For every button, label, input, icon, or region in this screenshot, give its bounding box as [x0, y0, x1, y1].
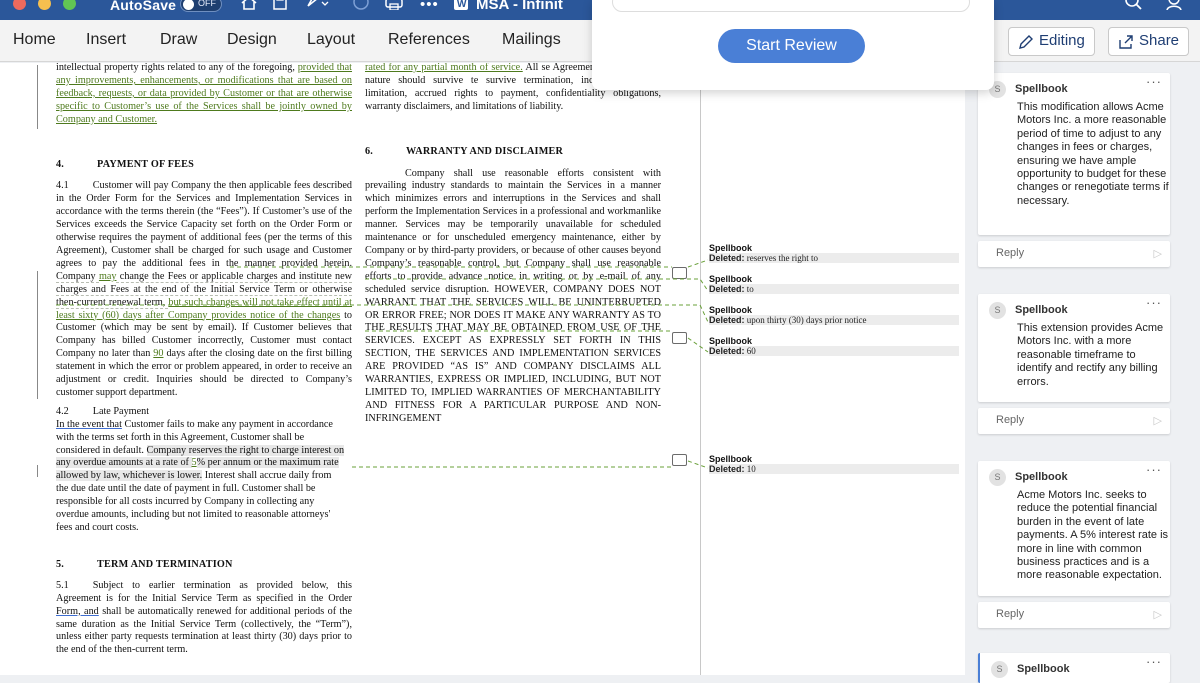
autosave-state: OFF — [198, 0, 216, 8]
left-column: intellectual property rights related to … — [56, 63, 352, 657]
more-options-icon[interactable]: ··· — [1146, 74, 1162, 89]
tab-layout[interactable]: Layout — [307, 31, 355, 49]
inserted-text: may — [98, 270, 117, 282]
send-icon[interactable]: ▷ — [1154, 608, 1162, 621]
inserted-text: rated for any partial month of service. — [365, 63, 523, 73]
inserted-text: 90 — [153, 348, 164, 360]
deletion-balloon[interactable]: Spellbook Deleted: 60 — [709, 336, 959, 356]
more-options-icon[interactable]: ··· — [1146, 295, 1162, 310]
comments-pane: S Spellbook ··· This modification allows… — [965, 63, 1200, 683]
share-label: Share — [1139, 32, 1180, 49]
comment-card[interactable]: S Spellbook ··· — [978, 653, 1170, 683]
review-popup: Start Review — [592, 0, 994, 90]
tab-home[interactable]: Home — [13, 31, 56, 49]
send-icon[interactable]: ▷ — [1154, 414, 1162, 427]
paragraph-6: Company shall use reasonable efforts con… — [365, 167, 661, 424]
section-4-heading: 4. PAYMENT OF FEES — [56, 158, 195, 170]
autosave-label: AutoSave — [110, 0, 177, 13]
document-title: MSA - Infinit — [476, 0, 563, 13]
deletion-balloon[interactable]: Spellbook Deleted: 10 — [709, 454, 959, 474]
account-icon[interactable] — [1165, 0, 1185, 14]
start-review-button[interactable]: Start Review — [718, 29, 865, 63]
home-icon[interactable] — [240, 0, 258, 14]
redo-icon[interactable] — [352, 0, 370, 14]
section-5-heading: 5. TERM AND TERMINATION — [56, 558, 233, 570]
paragraph-5-1: 5.1 Subject to earlier termination as pro… — [56, 579, 352, 656]
editing-label: Editing — [1039, 32, 1085, 49]
comment-bubble-icon[interactable] — [672, 332, 687, 344]
share-button[interactable]: Share — [1108, 27, 1190, 56]
comment-author: Spellbook — [1015, 471, 1068, 483]
comment-card[interactable]: S Spellbook ··· This extension provides … — [978, 294, 1170, 402]
paragraph-4-2: In the event that Customer fails to make… — [56, 418, 345, 533]
tab-design[interactable]: Design — [227, 31, 277, 49]
word-doc-icon: W — [454, 0, 468, 14]
avatar: S — [989, 302, 1006, 319]
zoom-window-button[interactable] — [63, 0, 76, 10]
document-page[interactable]: intellectual property rights related to … — [0, 63, 700, 675]
close-window-button[interactable] — [13, 0, 26, 10]
avatar: S — [991, 661, 1008, 678]
minimize-window-button[interactable] — [38, 0, 51, 10]
comment-card[interactable]: S Spellbook ··· Acme Motors Inc. seeks t… — [978, 461, 1170, 596]
send-icon[interactable]: ▷ — [1154, 247, 1162, 260]
right-column: rated for any partial month of service. … — [365, 63, 661, 426]
deletion-balloon[interactable]: Spellbook Deleted: upon thirty (30) days … — [709, 305, 959, 325]
svg-text:W: W — [457, 0, 467, 10]
more-options-icon[interactable]: ··· — [1146, 462, 1162, 477]
autosave-toggle[interactable]: OFF — [180, 0, 222, 12]
print-icon[interactable] — [384, 0, 404, 14]
more-commands-icon[interactable]: ••• — [420, 0, 439, 13]
tab-mailings[interactable]: Mailings — [502, 31, 561, 49]
comment-body: This modification allows Acme Motors Inc… — [1017, 101, 1169, 207]
undo-icon[interactable] — [306, 0, 330, 14]
more-options-icon[interactable]: ··· — [1146, 654, 1162, 669]
comment-author: Spellbook — [1015, 83, 1068, 95]
inserted-text: 5 — [191, 457, 197, 469]
markup-pane: Spellbook Deleted: reserves the right to … — [700, 63, 965, 675]
paragraph-4-1: 4.1 Customer will pay Company the then ap… — [56, 180, 352, 398]
save-icon[interactable] — [272, 0, 288, 14]
tab-references[interactable]: References — [388, 31, 470, 49]
prompt-field[interactable] — [612, 0, 970, 12]
pencil-icon — [1019, 35, 1033, 49]
deletion-balloon[interactable]: Spellbook Deleted: reserves the right to — [709, 243, 959, 263]
editing-button[interactable]: Editing — [1008, 27, 1095, 56]
reply-field[interactable]: Reply ▷ — [978, 241, 1170, 267]
comment-bubble-icon[interactable] — [672, 454, 687, 466]
comment-author: Spellbook — [1017, 663, 1070, 675]
search-icon[interactable] — [1125, 0, 1143, 14]
paragraph-ip: intellectual property rights related to … — [56, 63, 353, 125]
change-bar — [37, 465, 38, 477]
reply-field[interactable]: Reply ▷ — [978, 602, 1170, 628]
change-bar — [37, 65, 38, 129]
comment-bubble-icon[interactable] — [672, 267, 687, 279]
tab-insert[interactable]: Insert — [86, 31, 126, 49]
comment-body: Acme Motors Inc. seeks to reduce the pot… — [1017, 489, 1169, 582]
tab-draw[interactable]: Draw — [160, 31, 197, 49]
avatar: S — [989, 469, 1006, 486]
comment-body: This extension provides Acme Motors Inc.… — [1017, 322, 1164, 388]
change-bar — [37, 271, 38, 399]
paragraph-4-2-heading: 4.2 Late Payment — [56, 405, 150, 417]
comment-author: Spellbook — [1015, 304, 1068, 316]
toggle-knob — [183, 0, 194, 10]
share-icon — [1119, 35, 1133, 49]
reply-field[interactable]: Reply ▷ — [978, 408, 1170, 434]
comment-card[interactable]: S Spellbook ··· This modification allows… — [978, 73, 1170, 235]
section-6-heading: 6. WARRANTY AND DISCLAIMER — [365, 145, 564, 157]
deletion-balloon[interactable]: Spellbook Deleted: to — [709, 274, 959, 294]
